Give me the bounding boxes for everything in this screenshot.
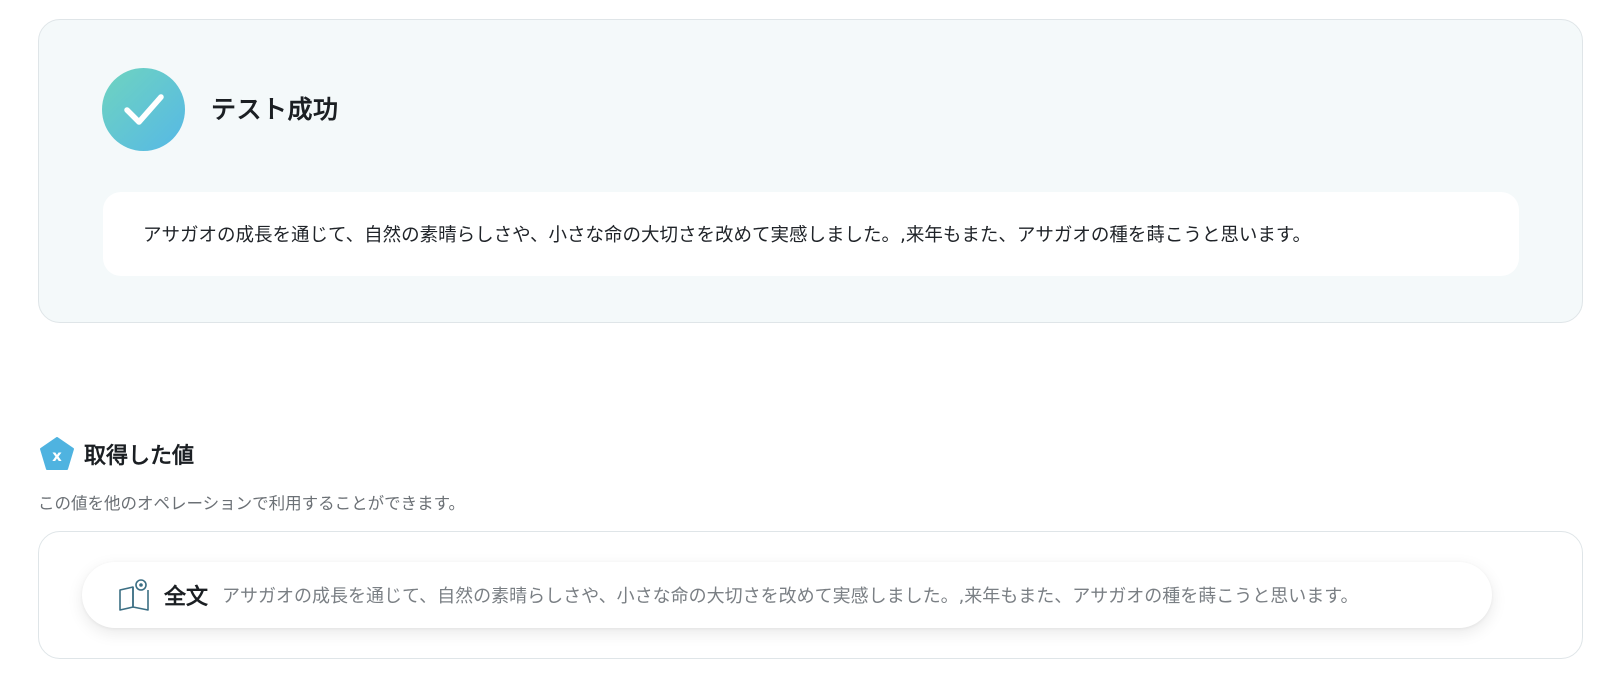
book-icon	[119, 579, 149, 611]
svg-text:x: x	[52, 447, 62, 465]
check-circle-icon	[102, 68, 185, 151]
test-result-card: テスト成功 アサガオの成長を通じて、自然の素晴らしさや、小さな命の大切さを改めて…	[38, 19, 1583, 323]
test-result-title: テスト成功	[211, 95, 339, 124]
value-item-fulltext[interactable]: 全文 アサガオの成長を通じて、自然の素晴らしさや、小さな命の大切さを改めて実感し…	[82, 562, 1492, 628]
acquired-values-title: 取得した値	[84, 444, 195, 469]
value-text: アサガオの成長を通じて、自然の素晴らしさや、小さな命の大切さを改めて実感しました…	[222, 586, 1359, 607]
acquired-values-header: x 取得した値	[39, 436, 194, 472]
test-output-box: アサガオの成長を通じて、自然の素晴らしさや、小さな命の大切さを改めて実感しました…	[103, 192, 1519, 276]
acquired-values-description: この値を他のオペレーションで利用することができます。	[38, 494, 466, 513]
acquired-values-card: 全文 アサガオの成長を通じて、自然の素晴らしさや、小さな命の大切さを改めて実感し…	[38, 531, 1583, 659]
value-label: 全文	[164, 585, 209, 610]
variable-pentagon-icon: x	[40, 437, 74, 470]
test-output-text: アサガオの成長を通じて、自然の素晴らしさや、小さな命の大切さを改めて実感しました…	[143, 225, 1312, 246]
